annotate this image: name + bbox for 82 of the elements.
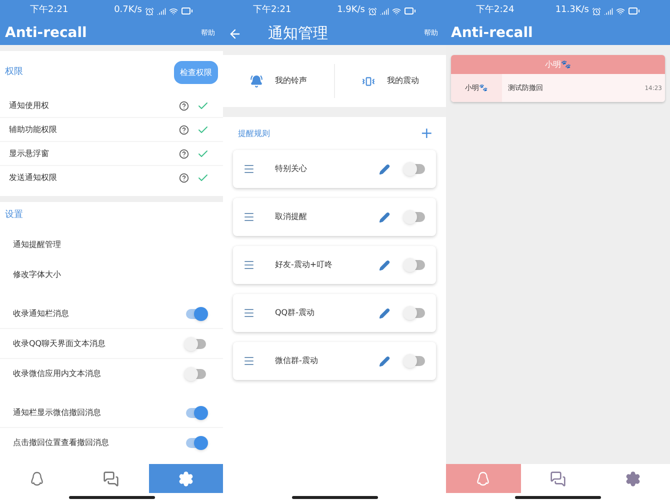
rule-card[interactable]: 特别关心 xyxy=(233,150,436,188)
alarm-icon xyxy=(592,6,601,16)
app-title: 通知管理 xyxy=(268,23,328,44)
battery-icon xyxy=(628,5,640,17)
help-icon[interactable] xyxy=(179,124,189,134)
drag-handle-icon[interactable] xyxy=(243,259,255,271)
rule-label: 微信群-震动 xyxy=(275,355,318,367)
status-time: 下午2:24 xyxy=(476,4,514,18)
edit-icon[interactable] xyxy=(379,260,390,270)
app-title: Anti-recall xyxy=(451,24,533,43)
wifi-icon xyxy=(392,6,401,16)
toggle-switch[interactable] xyxy=(405,260,425,270)
edit-icon[interactable] xyxy=(379,212,390,222)
toggle-label: 通知栏显示微信撤回消息 xyxy=(13,406,101,418)
alarm-icon xyxy=(368,6,377,16)
shortcut-button[interactable]: 我的震动 xyxy=(335,74,446,88)
shortcut-button[interactable]: 我的铃声 xyxy=(223,74,334,88)
signal-icon xyxy=(604,6,613,16)
toggle-switch[interactable] xyxy=(186,408,206,418)
section-heading: 设置 xyxy=(5,209,23,222)
toggle-switch[interactable] xyxy=(405,212,425,222)
signal-icon xyxy=(380,6,389,16)
bell-icon xyxy=(250,74,263,88)
rule-card[interactable]: 好友-震动+叮咚 xyxy=(233,246,436,284)
signal-icon xyxy=(157,6,166,16)
edit-icon[interactable] xyxy=(379,356,390,366)
chat-icon xyxy=(103,470,120,486)
settings-link[interactable]: 修改字体大小 xyxy=(13,269,61,281)
settings-icon xyxy=(178,470,194,486)
rule-label: 取消提醒 xyxy=(275,211,307,223)
battery-icon xyxy=(404,5,416,17)
permission-label: 显示悬浮窗 xyxy=(9,148,49,160)
drag-handle-icon[interactable] xyxy=(243,211,255,223)
rule-label: 特别关心 xyxy=(275,163,307,175)
rule-label: QQ群-震动 xyxy=(275,307,314,319)
rule-card[interactable]: 取消提醒 xyxy=(233,198,436,236)
toggle-label: 收录通知栏消息 xyxy=(13,308,69,320)
toggle-label: 收录QQ聊天界面文本消息 xyxy=(13,338,106,350)
toggle-switch[interactable] xyxy=(186,438,206,448)
toggle-label: 收录微信应用内文本消息 xyxy=(13,368,101,380)
penguin-icon xyxy=(475,470,492,486)
drag-handle-icon[interactable] xyxy=(243,307,255,319)
conversation-header: 小明🐾 xyxy=(451,55,665,74)
settings-link[interactable]: 通知提醒管理 xyxy=(13,239,61,251)
toggle-switch[interactable] xyxy=(186,338,206,348)
toggle-switch[interactable] xyxy=(405,164,425,174)
toggle-label: 点击撤回位置查看撤回消息 xyxy=(13,437,109,449)
permission-label: 通知使用权 xyxy=(9,100,49,112)
permission-label: 辅助功能权限 xyxy=(9,124,57,136)
drag-handle-icon[interactable] xyxy=(243,163,255,175)
toggle-switch[interactable] xyxy=(186,308,206,318)
network-speed: 1.9K/s xyxy=(337,4,365,18)
drag-handle-icon[interactable] xyxy=(243,355,255,367)
section-heading: 权限 xyxy=(5,66,23,79)
help-icon[interactable] xyxy=(179,148,189,158)
section-heading: 提醒规则 xyxy=(238,128,270,140)
settings-icon xyxy=(624,470,641,486)
app-title: Anti-recall xyxy=(5,24,87,43)
rule-card[interactable]: 微信群-震动 xyxy=(233,342,436,380)
alarm-icon xyxy=(145,6,154,16)
help-icon[interactable] xyxy=(179,100,189,110)
nav-tab[interactable] xyxy=(148,464,223,493)
help-icon[interactable] xyxy=(179,173,189,183)
rule-card[interactable]: QQ群-震动 xyxy=(233,294,436,332)
wifi-icon xyxy=(169,6,178,16)
edit-icon[interactable] xyxy=(379,308,390,318)
battery-icon xyxy=(181,5,193,17)
status-time: 下午2:21 xyxy=(253,4,292,18)
network-speed: 0.7K/s xyxy=(114,4,142,18)
back-icon[interactable] xyxy=(228,26,242,40)
wifi-icon xyxy=(616,6,625,16)
status-time: 下午2:21 xyxy=(30,4,68,18)
edit-icon[interactable] xyxy=(379,164,390,174)
permission-label: 发送通知权限 xyxy=(9,172,57,184)
toggle-switch[interactable] xyxy=(405,308,425,318)
toggle-switch[interactable] xyxy=(186,369,206,379)
toggle-switch[interactable] xyxy=(405,356,425,366)
penguin-icon xyxy=(29,470,46,486)
rule-label: 好友-震动+叮咚 xyxy=(275,259,333,271)
vibrate-icon xyxy=(362,74,375,88)
network-speed: 11.3K/s xyxy=(555,4,589,18)
chat-icon xyxy=(550,470,566,486)
